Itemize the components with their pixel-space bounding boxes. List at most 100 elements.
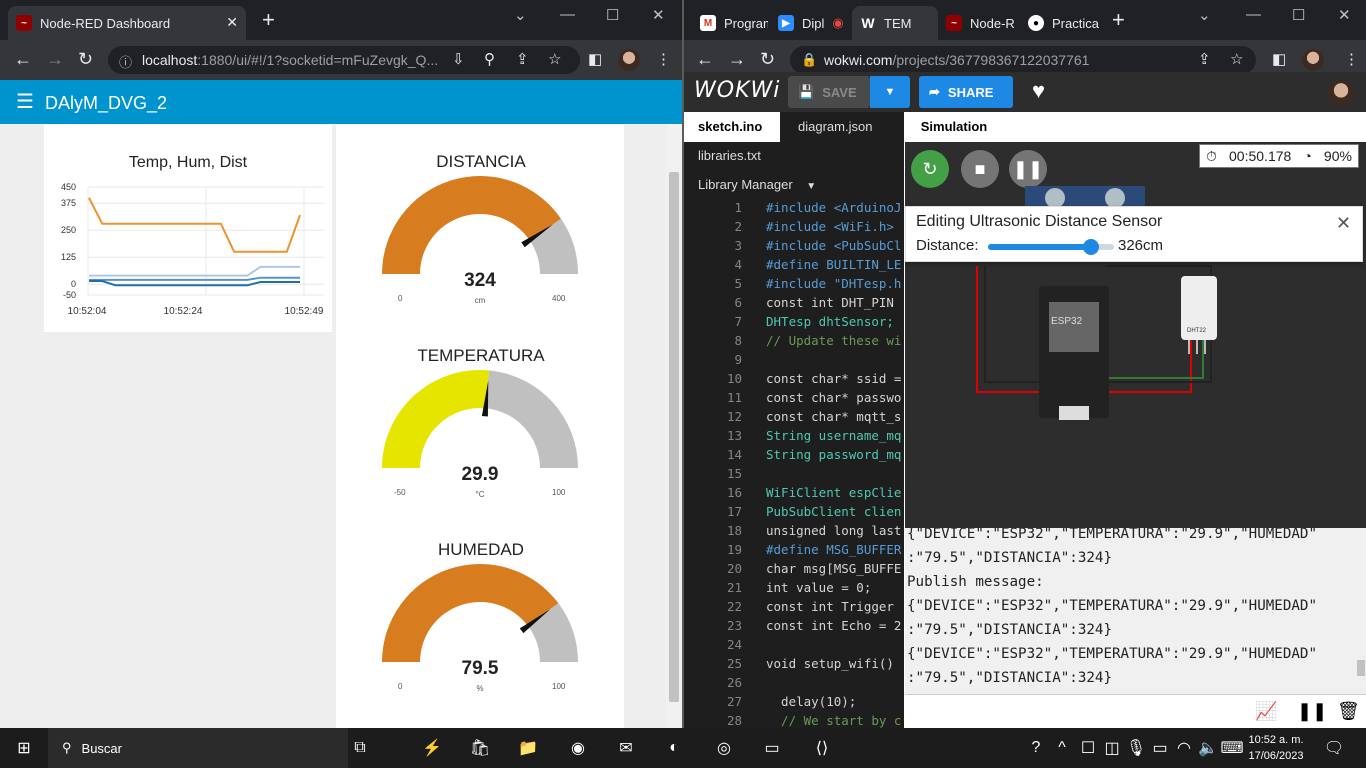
task-view-icon[interactable]: ⧉ [348, 736, 372, 760]
code-line: int value = 0; [766, 580, 872, 595]
tab-node-red-dashboard[interactable]: ~ Node-RED Dashboard ✕ [8, 6, 246, 40]
menu-kebab-icon[interactable]: ⋮ [656, 50, 671, 68]
volume-icon[interactable]: 🔈 [1196, 736, 1220, 760]
maximize-icon[interactable]: ☐ [606, 6, 619, 24]
code-line: const int Echo = 2 [766, 618, 902, 633]
ultrasonic-sensor[interactable] [1025, 186, 1145, 208]
scrollbar-thumb[interactable] [669, 172, 679, 702]
tab-search-icon[interactable]: ⌄ [514, 6, 527, 24]
page-scrollbar[interactable] [666, 124, 682, 728]
save-button[interactable]: 💾 SAVE [788, 76, 870, 108]
back-icon[interactable]: ← [696, 49, 714, 69]
chevron-up-icon[interactable]: ^ [1050, 736, 1074, 760]
forward-icon[interactable]: → [46, 49, 64, 69]
windows-start-icon[interactable]: ⊞ [12, 736, 36, 760]
tab-title: Node-RED Dashboard [40, 15, 171, 31]
install-icon[interactable]: ⇩ [452, 50, 465, 68]
minimize-icon[interactable]: — [560, 6, 575, 23]
tab-wokwi[interactable]: W TEM [852, 6, 938, 40]
gauge-unit-humedad: % [476, 684, 484, 693]
slider-handle[interactable] [1082, 239, 1099, 255]
battery-icon[interactable]: ▭ [1148, 736, 1172, 760]
line-number: 5 [734, 276, 742, 291]
like-heart-icon[interactable]: ♥ [1032, 78, 1045, 104]
clear-serial-icon[interactable]: 🗑 [1337, 701, 1360, 722]
simulation-canvas[interactable]: ↻ ■ ❚❚ ⏱ 00:50.178 ◔ 90% ESP32 DHT22 Editi… [905, 142, 1366, 528]
vscode-icon[interactable]: ⟨⟩ [810, 736, 834, 760]
close-window-icon[interactable]: ✕ [1338, 6, 1351, 24]
line-number: 28 [726, 713, 742, 728]
share-icon[interactable]: ⇪ [516, 50, 529, 68]
tab-diagram-json[interactable]: diagram.json [784, 112, 886, 142]
wifi-icon[interactable]: ◠ [1172, 736, 1196, 760]
tab-node-red[interactable]: ~ Node-R [938, 6, 1018, 40]
microphone-icon[interactable]: 🎙 [1124, 736, 1148, 760]
clock[interactable]: 10:52 a. m. 17/06/2023 [1246, 732, 1306, 764]
reload-icon[interactable]: ↻ [760, 49, 775, 69]
tab-sketch-ino[interactable]: sketch.ino [684, 112, 780, 142]
tab-simulation[interactable]: Simulation [905, 112, 1003, 142]
close-panel-icon[interactable]: ✕ [1336, 213, 1351, 234]
camera-icon[interactable]: ◫ [1100, 736, 1124, 760]
chrome-icon[interactable]: ◎ [712, 736, 736, 760]
file-explorer-icon[interactable]: 📁 [516, 736, 540, 760]
pause-serial-icon[interactable]: ❚❚ [1297, 701, 1327, 722]
save-dropdown-button[interactable]: ▼ [870, 76, 910, 108]
spotify-icon[interactable]: ◉ [566, 736, 590, 760]
back-icon[interactable]: ← [14, 49, 32, 69]
serial-input[interactable] [905, 695, 1245, 728]
tab-gmail[interactable]: M Program [692, 6, 768, 40]
line-number: 11 [726, 390, 742, 405]
line-number: 7 [734, 314, 742, 329]
bookmark-star-icon[interactable]: ☆ [548, 50, 561, 68]
address-bar[interactable]: ⓘ localhost:1880/ui/#!/1?socketid=mFuZev… [108, 46, 580, 74]
side-panel-icon[interactable]: ◧ [588, 50, 602, 68]
gauge-fill [382, 370, 490, 468]
minimize-icon[interactable]: — [1246, 6, 1261, 23]
hamburger-menu-icon[interactable]: ☰ [16, 92, 34, 112]
tab-zoom[interactable]: ▶ Dipl ◉ [770, 6, 852, 40]
side-panel-icon[interactable]: ◧ [1272, 50, 1286, 68]
profile-avatar[interactable] [618, 49, 640, 71]
reload-icon[interactable]: ↻ [78, 49, 93, 69]
distance-slider[interactable] [988, 239, 1114, 255]
menu-kebab-icon[interactable]: ⋮ [1344, 50, 1359, 68]
tab-libraries-txt[interactable]: libraries.txt [684, 141, 775, 171]
bookmark-star-icon[interactable]: ☆ [1230, 50, 1243, 68]
line-number: 3 [734, 238, 742, 253]
taskbar-search[interactable]: ⚲ Buscar [48, 728, 348, 768]
tab-github[interactable]: ● Practica [1020, 6, 1106, 40]
close-window-icon[interactable]: ✕ [652, 6, 665, 24]
close-tab-icon[interactable]: ✕ [226, 14, 238, 31]
tab-search-icon[interactable]: ⌄ [1198, 6, 1211, 24]
serial-scroll-thumb[interactable] [1357, 660, 1365, 676]
store-icon[interactable]: 🛍 [468, 736, 492, 760]
new-tab-icon[interactable]: + [262, 9, 275, 31]
line-number: 9 [734, 352, 742, 367]
profile-avatar[interactable] [1302, 49, 1324, 71]
app-icon[interactable]: ⚡ [420, 736, 444, 760]
code-editor[interactable]: 1 #include <ArduinoJ 2 #include <WiFi.h> 3 #i… [684, 198, 904, 728]
plotter-icon[interactable]: 📈 [1255, 701, 1277, 722]
tab-library-manager[interactable]: Library Manager ▼ [684, 170, 830, 200]
gauge-unit-temperatura: °C [475, 490, 485, 499]
edge-icon[interactable]: ◐ [662, 736, 686, 760]
tray-icon[interactable]: ☐ [1076, 736, 1100, 760]
tab-label: TEM [884, 15, 912, 31]
line-number: 24 [726, 637, 742, 652]
search-icon: ⚲ [62, 740, 72, 755]
code-line: unsigned long last [766, 523, 902, 538]
forward-icon[interactable]: → [728, 49, 746, 69]
new-tab-icon[interactable]: + [1112, 9, 1125, 31]
terminal-icon[interactable]: ▭ [760, 736, 784, 760]
help-icon[interactable]: ? [1024, 736, 1048, 760]
maximize-icon[interactable]: ☐ [1292, 6, 1305, 24]
address-bar[interactable]: 🔒 wokwi.com/projects/367798367122037761 [790, 46, 1256, 74]
share-button[interactable]: ➦ SHARE [919, 76, 1013, 108]
notification-icon[interactable]: 🗨 [1322, 736, 1346, 760]
share-icon[interactable]: ⇪ [1198, 50, 1211, 68]
mail-icon[interactable]: ✉ [614, 736, 638, 760]
keyboard-icon[interactable]: ⌨ [1220, 736, 1244, 760]
zoom-icon[interactable]: ⚲ [484, 50, 495, 68]
user-avatar[interactable] [1328, 80, 1354, 106]
